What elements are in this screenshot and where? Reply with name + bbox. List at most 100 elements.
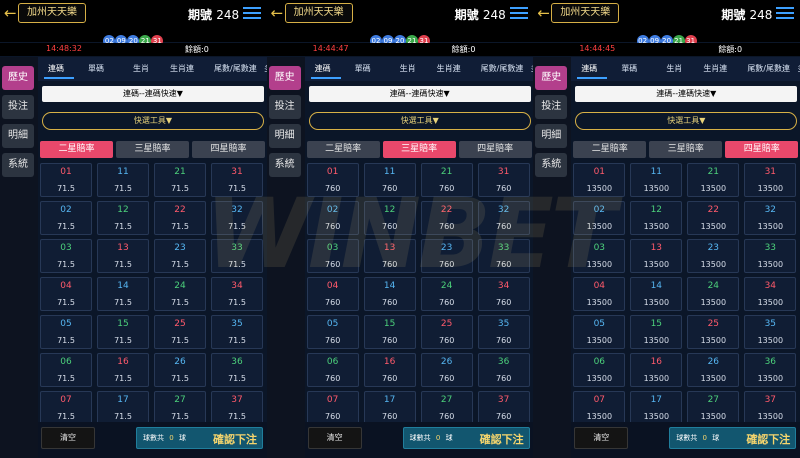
tab-item[interactable]: 生肖 — [133, 63, 149, 74]
number-cell[interactable]: 36 13500 — [744, 353, 797, 387]
odds-tab[interactable]: 三星賠率 — [116, 141, 189, 158]
number-cell[interactable]: 36 71.5 — [211, 353, 263, 387]
tab-item[interactable]: 連碼 — [315, 63, 331, 74]
side-menu-item[interactable]: 系統 — [535, 153, 568, 177]
confirm-bet-button[interactable]: 球數共 0 球 確認下注 — [402, 427, 530, 449]
number-cell[interactable]: 37 760 — [477, 391, 530, 423]
number-cell[interactable]: 01 760 — [306, 163, 359, 197]
lottery-selector-button[interactable]: 加州天天樂 — [18, 3, 86, 23]
number-cell[interactable]: 35 760 — [477, 315, 530, 349]
number-cell[interactable]: 06 13500 — [573, 353, 626, 387]
odds-tab[interactable]: 三星賠率 — [649, 141, 723, 158]
number-cell[interactable]: 16 71.5 — [97, 353, 149, 387]
number-cell[interactable]: 25 13500 — [687, 315, 740, 349]
number-cell[interactable]: 32 13500 — [744, 201, 797, 235]
number-cell[interactable]: 21 760 — [420, 163, 473, 197]
number-cell[interactable]: 06 71.5 — [40, 353, 92, 387]
odds-tab[interactable]: 四星賠率 — [458, 141, 532, 158]
quick-tools-button[interactable]: 快選工具▼ — [308, 112, 531, 130]
number-cell[interactable]: 31 71.5 — [211, 163, 263, 197]
number-cell[interactable]: 33 71.5 — [211, 239, 263, 273]
number-cell[interactable]: 05 760 — [306, 315, 359, 349]
tab-item[interactable]: 單碼 — [88, 63, 104, 74]
odds-tab[interactable]: 三星賠率 — [382, 141, 456, 158]
tab-item[interactable]: 尾數/尾數連 — [747, 63, 790, 74]
number-cell[interactable]: 17 71.5 — [97, 391, 149, 423]
number-cell[interactable]: 22 71.5 — [154, 201, 206, 235]
side-menu-item[interactable]: 歷史 — [535, 66, 568, 90]
confirm-bet-button[interactable]: 球數共 0 球 確認下注 — [669, 427, 797, 449]
number-cell[interactable]: 23 71.5 — [154, 239, 206, 273]
number-cell[interactable]: 26 760 — [420, 353, 473, 387]
number-cell[interactable]: 03 760 — [306, 239, 359, 273]
odds-tab[interactable]: 四星賠率 — [192, 141, 265, 158]
hamburger-menu-icon[interactable] — [243, 7, 261, 20]
number-cell[interactable]: 35 13500 — [744, 315, 797, 349]
mode-select[interactable]: 連碼--連碼快速▼ — [308, 86, 531, 102]
number-cell[interactable]: 07 760 — [306, 391, 359, 423]
number-cell[interactable]: 37 13500 — [744, 391, 797, 423]
number-cell[interactable]: 15 760 — [363, 315, 416, 349]
clear-button[interactable]: 清空 — [574, 427, 629, 449]
number-cell[interactable]: 27 760 — [420, 391, 473, 423]
side-menu-item[interactable]: 明細 — [535, 124, 568, 148]
back-arrow-icon[interactable]: ← — [4, 3, 17, 23]
number-cell[interactable]: 13 13500 — [630, 239, 683, 273]
number-cell[interactable]: 12 13500 — [630, 201, 683, 235]
number-cell[interactable]: 02 13500 — [573, 201, 626, 235]
side-menu-item[interactable]: 投注 — [2, 95, 34, 119]
number-cell[interactable]: 24 760 — [420, 277, 473, 311]
number-cell[interactable]: 34 13500 — [744, 277, 797, 311]
side-menu-item[interactable]: 投注 — [268, 95, 301, 119]
number-cell[interactable]: 04 71.5 — [40, 277, 92, 311]
number-cell[interactable]: 07 13500 — [573, 391, 626, 423]
number-cell[interactable]: 32 71.5 — [211, 201, 263, 235]
side-menu-item[interactable]: 系統 — [2, 153, 34, 177]
number-cell[interactable]: 31 760 — [477, 163, 530, 197]
back-arrow-icon[interactable]: ← — [271, 3, 284, 23]
tab-item[interactable]: 尾數/尾數連 — [481, 63, 524, 74]
number-cell[interactable]: 22 760 — [420, 201, 473, 235]
number-cell[interactable]: 15 71.5 — [97, 315, 149, 349]
tab-item[interactable]: 生肖 — [666, 63, 682, 74]
clear-button[interactable]: 清空 — [307, 427, 362, 449]
number-cell[interactable]: 13 760 — [363, 239, 416, 273]
side-menu-item[interactable]: 歷史 — [2, 66, 34, 90]
side-menu-item[interactable]: 投注 — [535, 95, 568, 119]
number-cell[interactable]: 14 13500 — [630, 277, 683, 311]
number-cell[interactable]: 34 71.5 — [211, 277, 263, 311]
number-cell[interactable]: 37 71.5 — [211, 391, 263, 423]
number-cell[interactable]: 02 71.5 — [40, 201, 92, 235]
odds-tab[interactable]: 二星賠率 — [573, 141, 647, 158]
number-cell[interactable]: 02 760 — [306, 201, 359, 235]
odds-tab[interactable]: 四星賠率 — [725, 141, 799, 158]
side-menu-item[interactable]: 明細 — [2, 124, 34, 148]
number-cell[interactable]: 25 760 — [420, 315, 473, 349]
mode-select[interactable]: 連碼--連碼快速▼ — [575, 86, 798, 102]
number-cell[interactable]: 03 71.5 — [40, 239, 92, 273]
number-cell[interactable]: 36 760 — [477, 353, 530, 387]
number-cell[interactable]: 35 71.5 — [211, 315, 263, 349]
number-cell[interactable]: 24 71.5 — [154, 277, 206, 311]
number-cell[interactable]: 26 71.5 — [154, 353, 206, 387]
number-cell[interactable]: 14 760 — [363, 277, 416, 311]
number-cell[interactable]: 22 13500 — [687, 201, 740, 235]
number-cell[interactable]: 05 71.5 — [40, 315, 92, 349]
number-cell[interactable]: 03 13500 — [573, 239, 626, 273]
number-cell[interactable]: 34 760 — [477, 277, 530, 311]
lottery-selector-button[interactable]: 加州天天樂 — [551, 3, 620, 23]
tab-item[interactable]: 生肖連 — [170, 63, 194, 74]
confirm-bet-button[interactable]: 球數共 0 球 確認下注 — [136, 427, 263, 449]
number-cell[interactable]: 31 13500 — [744, 163, 797, 197]
number-cell[interactable]: 05 13500 — [573, 315, 626, 349]
number-cell[interactable]: 11 13500 — [630, 163, 683, 197]
tab-item[interactable]: 生肖 — [400, 63, 416, 74]
number-cell[interactable]: 33 760 — [477, 239, 530, 273]
number-cell[interactable]: 07 71.5 — [40, 391, 92, 423]
clear-button[interactable]: 清空 — [41, 427, 95, 449]
number-cell[interactable]: 21 13500 — [687, 163, 740, 197]
number-cell[interactable]: 11 760 — [363, 163, 416, 197]
number-cell[interactable]: 06 760 — [306, 353, 359, 387]
number-cell[interactable]: 23 760 — [420, 239, 473, 273]
number-cell[interactable]: 13 71.5 — [97, 239, 149, 273]
